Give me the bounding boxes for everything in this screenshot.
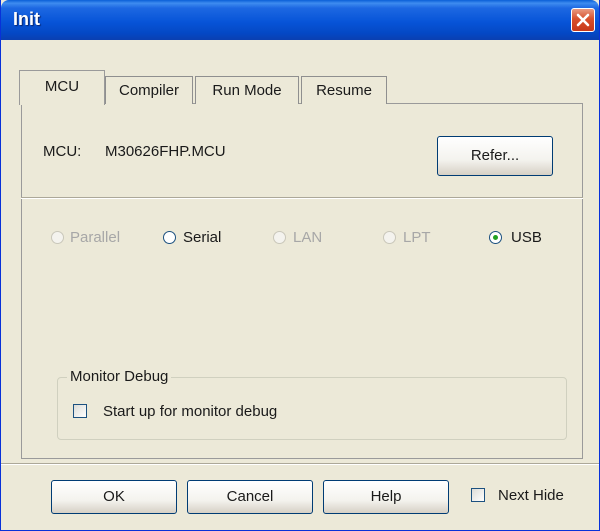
title-bar[interactable]: Init (1, 0, 599, 40)
ok-button[interactable]: OK (51, 480, 177, 514)
monitor-debug-checkbox[interactable] (73, 404, 87, 418)
section-divider (21, 197, 583, 199)
close-button[interactable] (571, 8, 595, 32)
radio-lan-label: LAN (293, 229, 323, 246)
cancel-button[interactable]: Cancel (187, 480, 313, 514)
mcu-file-value: M30626FHP.MCU (105, 143, 226, 160)
close-icon (576, 13, 590, 27)
radio-lpt-label: LPT (403, 229, 431, 246)
refer-button[interactable]: Refer... (437, 136, 553, 176)
tab-resume[interactable]: Resume (301, 76, 387, 104)
radio-circle (163, 231, 176, 244)
monitor-debug-label: Start up for monitor debug (103, 403, 278, 420)
tab-run-mode[interactable]: Run Mode (195, 76, 299, 104)
window-title: Init (13, 9, 40, 29)
next-hide-label: Next Hide (498, 487, 564, 504)
next-hide-checkbox[interactable] (471, 488, 485, 502)
init-dialog: Init MCU Compiler Run Mode Resume MCU: M… (0, 0, 600, 531)
radio-circle (51, 231, 64, 244)
radio-serial-label: Serial (183, 229, 222, 246)
tab-compiler[interactable]: Compiler (105, 76, 193, 104)
mcu-label: MCU: (43, 143, 82, 160)
radio-selected-dot (493, 235, 498, 240)
footer-divider (1, 463, 599, 465)
radio-usb-label: USB (511, 229, 542, 246)
radio-circle (383, 231, 396, 244)
help-button[interactable]: Help (323, 480, 449, 514)
radio-circle (273, 231, 286, 244)
tab-mcu[interactable]: MCU (19, 70, 105, 105)
monitor-debug-title: Monitor Debug (67, 368, 172, 385)
radio-parallel-label: Parallel (70, 229, 121, 246)
